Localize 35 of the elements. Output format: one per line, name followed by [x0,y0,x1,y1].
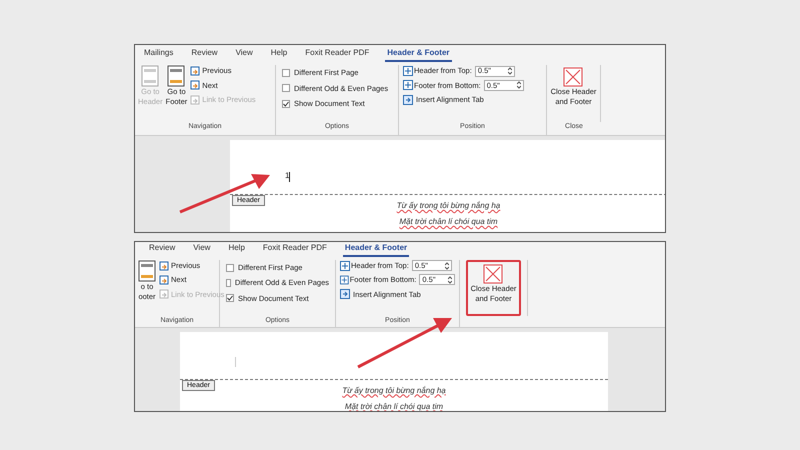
margin-icon [340,274,349,285]
spinner-icon [516,81,521,90]
document-line: Mặt trời chân lí chói qua tim [344,400,444,411]
ribbon-tab[interactable]: Header & Footer [385,47,452,62]
checkmark-icon [283,100,289,107]
ribbon-tab[interactable]: Review [147,242,178,257]
page-icon [138,260,156,282]
margin-icon [340,260,350,271]
ribbon-tab[interactable]: Mailings [142,47,176,62]
tab-stop-icon [403,94,413,105]
text-cursor [235,356,236,366]
page-icon [167,65,186,88]
ribbon-tab[interactable]: Header & Footer [342,242,410,257]
margin-icon [403,80,413,90]
close-icon [483,264,504,284]
document-line: Từ ấy trong tôi bừng nắng hạ [342,384,446,396]
document-line: Mặt trời chân lí chói qua tim [399,216,498,228]
text-cursor [289,172,290,182]
ribbon-tab[interactable]: Review [189,47,220,62]
spinner-icon [448,276,452,284]
ribbon-tab[interactable]: Foxit Reader PDF [260,242,329,257]
header-text: 1 [285,170,290,182]
document-line: Từ ấy trong tôi bừng nắng hạ [396,200,500,212]
margin-icon [403,66,413,76]
checkmark-icon [227,295,233,302]
ribbon-tab[interactable]: View [191,242,212,257]
page-icon [141,65,160,88]
ribbon-tab[interactable]: Help [268,47,290,62]
spinner-icon [444,262,449,270]
close-icon [563,67,584,88]
spinner-icon [508,67,512,76]
tab-stop-icon [340,289,350,300]
ribbon-tab[interactable]: Foxit Reader PDF [303,47,372,62]
ribbon-tab[interactable]: Help [226,242,247,257]
ribbon-tab[interactable]: View [234,47,255,62]
